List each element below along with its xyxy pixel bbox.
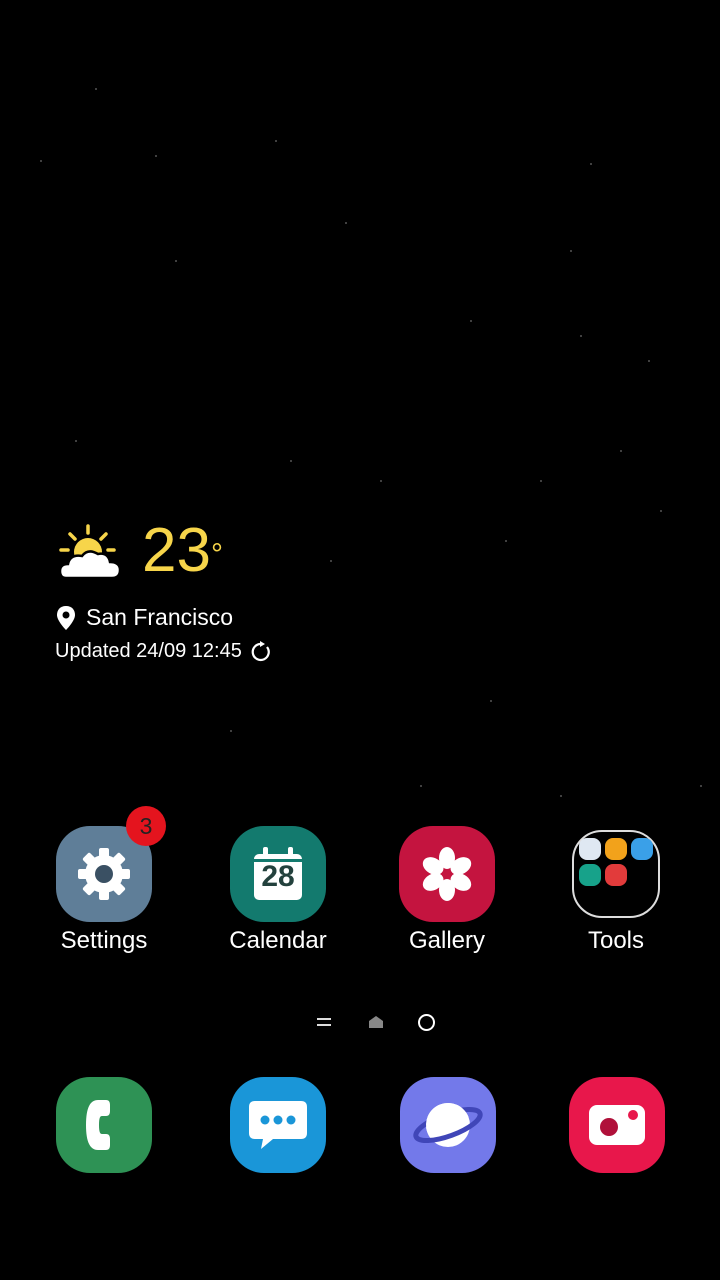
app-label: Gallery <box>408 927 486 954</box>
app-calendar[interactable]: 28 Calendar <box>203 826 353 956</box>
menu-lines-icon[interactable] <box>316 1016 332 1028</box>
messages-app[interactable] <box>230 1077 326 1173</box>
calendar-app-icon: 28 <box>230 826 326 922</box>
mini-app-icon <box>579 838 601 860</box>
mini-app-icon <box>605 864 627 886</box>
location-pin-icon <box>57 605 75 630</box>
refresh-icon[interactable] <box>250 640 272 663</box>
temperature: 23° <box>142 516 223 585</box>
location: San Francisco <box>56 604 233 631</box>
app-gallery[interactable]: Gallery <box>372 826 522 956</box>
internet-app[interactable] <box>400 1077 496 1173</box>
gear-icon <box>78 848 130 900</box>
page-indicator <box>0 1010 720 1034</box>
flower-icon <box>422 847 472 901</box>
planet-icon <box>413 1103 483 1147</box>
app-label: Calendar <box>229 927 327 954</box>
gallery-app-icon <box>399 826 495 922</box>
home-icon[interactable] <box>368 1015 384 1029</box>
mini-app-icon <box>605 838 627 860</box>
location-name: San Francisco <box>86 604 234 630</box>
app-settings[interactable]: 3 Settings <box>29 806 179 956</box>
calendar-day: 28 <box>261 860 295 893</box>
partly-sunny-icon <box>58 524 122 580</box>
message-icon <box>249 1101 307 1149</box>
mini-app-icon <box>631 838 653 860</box>
app-label: Settings <box>60 927 148 954</box>
folder-tools[interactable]: Tools <box>541 826 691 956</box>
camera-icon <box>589 1105 645 1145</box>
mini-app-icon <box>579 864 601 886</box>
camera-app[interactable] <box>569 1077 665 1173</box>
phone-icon <box>86 1100 110 1150</box>
tools-folder-icon <box>568 826 664 922</box>
phone-app[interactable] <box>56 1077 152 1173</box>
app-label: Tools <box>587 927 645 954</box>
notification-badge: 3 <box>126 806 166 846</box>
folder-icon <box>572 830 660 918</box>
page-dot-icon[interactable] <box>417 1013 436 1032</box>
updated-time: Updated 24/09 12:45 <box>55 640 272 663</box>
settings-app-icon: 3 <box>56 806 166 922</box>
